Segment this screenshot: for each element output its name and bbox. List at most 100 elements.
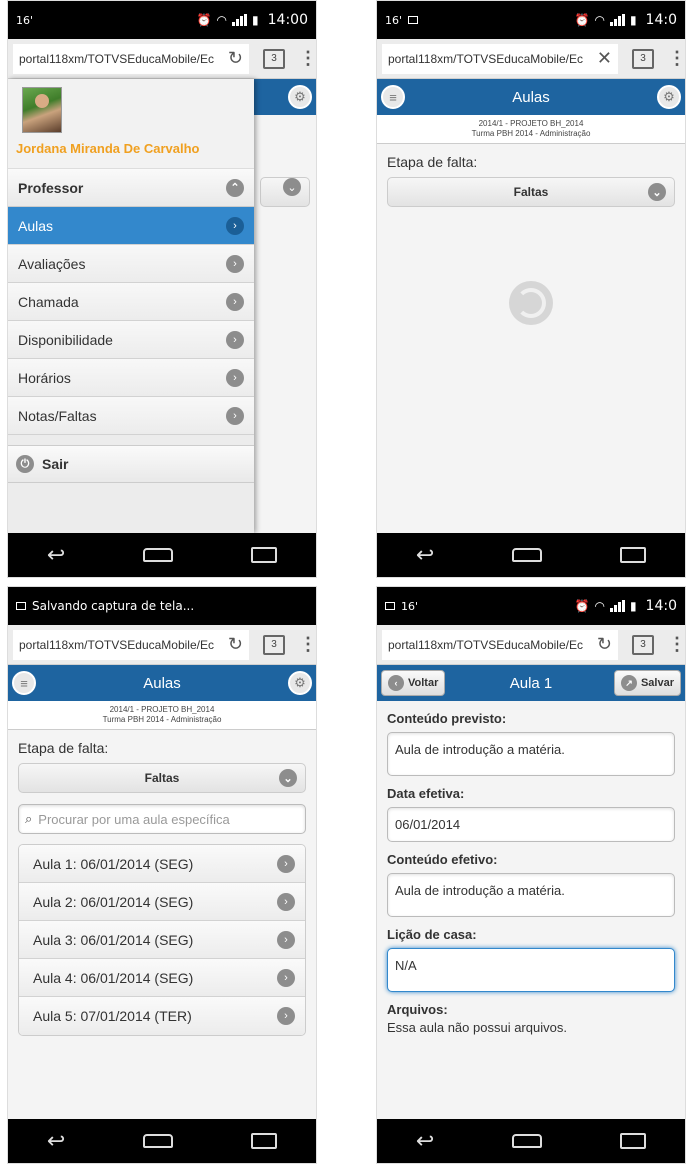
conteudo-previsto-field[interactable]: Aula de introdução a matéria. xyxy=(387,732,675,776)
overflow-menu-icon[interactable]: ⋮ xyxy=(668,48,685,69)
settings-gear-icon[interactable]: ⚙ xyxy=(657,85,681,109)
etapa-select[interactable]: Faltas ⌄ xyxy=(18,763,306,793)
saving-notice: Salvando captura de tela... xyxy=(32,599,195,613)
arquivos-text: Essa aula não possui arquivos. xyxy=(387,1020,567,1035)
etapa-value: Faltas xyxy=(513,185,549,199)
reload-icon[interactable]: ↻ xyxy=(597,634,612,655)
address-bar[interactable]: portal118xm/TOTVSEducaMobile/Ec ↻ xyxy=(13,43,249,74)
menu-item-disponibilidade[interactable]: Disponibilidade › xyxy=(8,321,254,359)
menu-item-aulas[interactable]: Aulas › xyxy=(8,207,254,245)
tabs-button[interactable]: 3 xyxy=(632,48,654,69)
etapa-label: Etapa de falta: xyxy=(387,154,478,170)
licao-de-casa-field[interactable]: N/A xyxy=(387,948,675,992)
back-button[interactable]: ‹ Voltar xyxy=(381,670,446,696)
tabs-button[interactable]: 3 xyxy=(263,634,285,655)
status-label: 16' xyxy=(401,599,419,613)
url-text: portal118xm/TOTVSEducaMobile/Ec xyxy=(388,637,583,652)
address-bar[interactable]: portal118xm/TOTVSEducaMobile/Ec ↻ xyxy=(13,629,249,660)
overflow-menu-icon[interactable]: ⋮ xyxy=(668,634,685,655)
address-bar[interactable]: portal118xm/TOTVSEducaMobile/Ec ↻ xyxy=(382,629,618,660)
save-button[interactable]: ↗ Salvar xyxy=(613,670,681,696)
etapa-select[interactable]: Faltas ⌄ xyxy=(387,177,675,207)
subtitle-course: 2014/1 - PROJETO BH_2014 xyxy=(478,119,584,128)
list-item[interactable]: Aula 3: 06/01/2014 (SEG) › xyxy=(19,921,305,959)
conteudo-efetivo-field[interactable]: Aula de introdução a matéria. xyxy=(387,873,675,917)
signal-icon xyxy=(609,14,625,26)
power-icon: ⏻ xyxy=(16,455,34,473)
clock: 14:0 xyxy=(645,12,677,28)
lesson-label: Aula 2: 06/01/2014 (SEG) xyxy=(33,893,194,910)
menu-item-horarios[interactable]: Horários › xyxy=(8,359,254,397)
signal-icon xyxy=(609,600,625,612)
list-item[interactable]: Aula 4: 06/01/2014 (SEG) › xyxy=(19,959,305,997)
home-icon[interactable] xyxy=(143,1134,174,1148)
etapa-value: Faltas xyxy=(144,771,180,785)
screen-drawer: 16' ⏰ ◠ ▮ 14:00 portal118xm/TOTVSEducaMo… xyxy=(7,0,317,578)
lesson-list: Aula 1: 06/01/2014 (SEG) › Aula 2: 06/01… xyxy=(18,844,306,1036)
main-content: Etapa de falta: Faltas ⌄ xyxy=(377,144,685,335)
back-icon[interactable]: ↩ xyxy=(47,542,65,568)
logout-button[interactable]: ⏻ Sair xyxy=(8,445,254,483)
menu-item-avaliacoes[interactable]: Avaliações › xyxy=(8,245,254,283)
tabs-button[interactable]: 3 xyxy=(632,634,654,655)
recent-apps-icon[interactable] xyxy=(620,547,647,563)
reload-icon[interactable]: ↻ xyxy=(228,634,243,655)
chevron-right-icon: › xyxy=(277,968,295,987)
etapa-select-partial[interactable]: ⌄ xyxy=(260,177,310,207)
recent-apps-icon[interactable] xyxy=(620,1133,647,1149)
alarm-icon: ⏰ xyxy=(574,13,590,27)
settings-gear-icon[interactable]: ⚙ xyxy=(288,671,312,695)
status-label: 16' xyxy=(16,13,34,27)
screen-lesson-detail: 16' ⏰ ◠ ▮ 14:0 portal118xm/TOTVSEducaMob… xyxy=(376,586,686,1164)
tabs-button[interactable]: 3 xyxy=(263,48,285,69)
screen-lesson-list: Salvando captura de tela... portal118xm/… xyxy=(7,586,317,1164)
reload-icon[interactable]: ↻ xyxy=(228,48,243,69)
save-label: Salvar xyxy=(640,677,674,689)
browser-toolbar: portal118xm/TOTVSEducaMobile/Ec ↻ 3 ⋮ xyxy=(377,625,685,665)
chevron-down-icon: ⌄ xyxy=(283,178,301,196)
menu-section-professor[interactable]: Professor ⌃ xyxy=(8,169,254,207)
alarm-icon: ⏰ xyxy=(574,599,590,613)
arrow-left-icon: ‹ xyxy=(388,675,404,691)
recent-apps-icon[interactable] xyxy=(251,547,278,563)
menu-icon[interactable]: ≡ xyxy=(12,671,36,695)
url-text: portal118xm/TOTVSEducaMobile/Ec xyxy=(388,51,583,66)
menu-icon[interactable]: ≡ xyxy=(381,85,405,109)
list-item[interactable]: Aula 2: 06/01/2014 (SEG) › xyxy=(19,883,305,921)
side-menu: Jordana Miranda De Carvalho Professor ⌃ … xyxy=(8,79,254,533)
app-header-partial: ⚙ xyxy=(248,79,316,115)
chevron-right-icon: › xyxy=(226,254,244,273)
list-item[interactable]: Aula 5: 07/01/2014 (TER) › xyxy=(19,997,305,1035)
stop-loading-icon[interactable]: ✕ xyxy=(597,48,612,69)
loading-spinner-icon xyxy=(509,281,553,325)
menu-item-notas-faltas[interactable]: Notas/Faltas › xyxy=(8,397,254,435)
wifi-icon: ◠ xyxy=(216,13,228,27)
list-item[interactable]: Aula 1: 06/01/2014 (SEG) › xyxy=(19,845,305,883)
browser-toolbar: portal118xm/TOTVSEducaMobile/Ec ✕ 3 ⋮ xyxy=(377,39,685,79)
home-icon[interactable] xyxy=(512,1134,543,1148)
back-icon[interactable]: ↩ xyxy=(416,542,434,568)
overflow-menu-icon[interactable]: ⋮ xyxy=(299,48,316,69)
overflow-menu-icon[interactable]: ⋮ xyxy=(299,634,316,655)
home-icon[interactable] xyxy=(143,548,174,562)
recent-apps-icon[interactable] xyxy=(251,1133,278,1149)
settings-gear-icon[interactable]: ⚙ xyxy=(288,85,312,109)
screenshot-icon xyxy=(408,16,419,24)
status-label: 16' xyxy=(385,13,403,27)
subtitle-class: Turma PBH 2014 - Administração xyxy=(102,715,222,724)
home-icon[interactable] xyxy=(512,548,543,562)
status-bar: 16' ⏰ ◠ ▮ 14:0 xyxy=(377,1,685,39)
address-bar[interactable]: portal118xm/TOTVSEducaMobile/Ec ✕ xyxy=(382,43,618,74)
menu-item-chamada[interactable]: Chamada › xyxy=(8,283,254,321)
data-efetiva-field[interactable]: 06/01/2014 xyxy=(387,807,675,842)
search-input[interactable] xyxy=(38,811,299,827)
back-icon[interactable]: ↩ xyxy=(416,1128,434,1154)
app-header: ‹ Voltar Aula 1 ↗ Salvar xyxy=(377,665,685,701)
conteudo-previsto-label: Conteúdo previsto: xyxy=(387,711,507,726)
chevron-right-icon: › xyxy=(226,330,244,349)
alarm-icon: ⏰ xyxy=(196,13,212,27)
back-icon[interactable]: ↩ xyxy=(47,1128,65,1154)
lesson-label: Aula 1: 06/01/2014 (SEG) xyxy=(33,855,194,872)
lesson-search[interactable]: ⌕ xyxy=(18,804,306,834)
app-header: ≡ Aulas ⚙ xyxy=(8,665,316,701)
